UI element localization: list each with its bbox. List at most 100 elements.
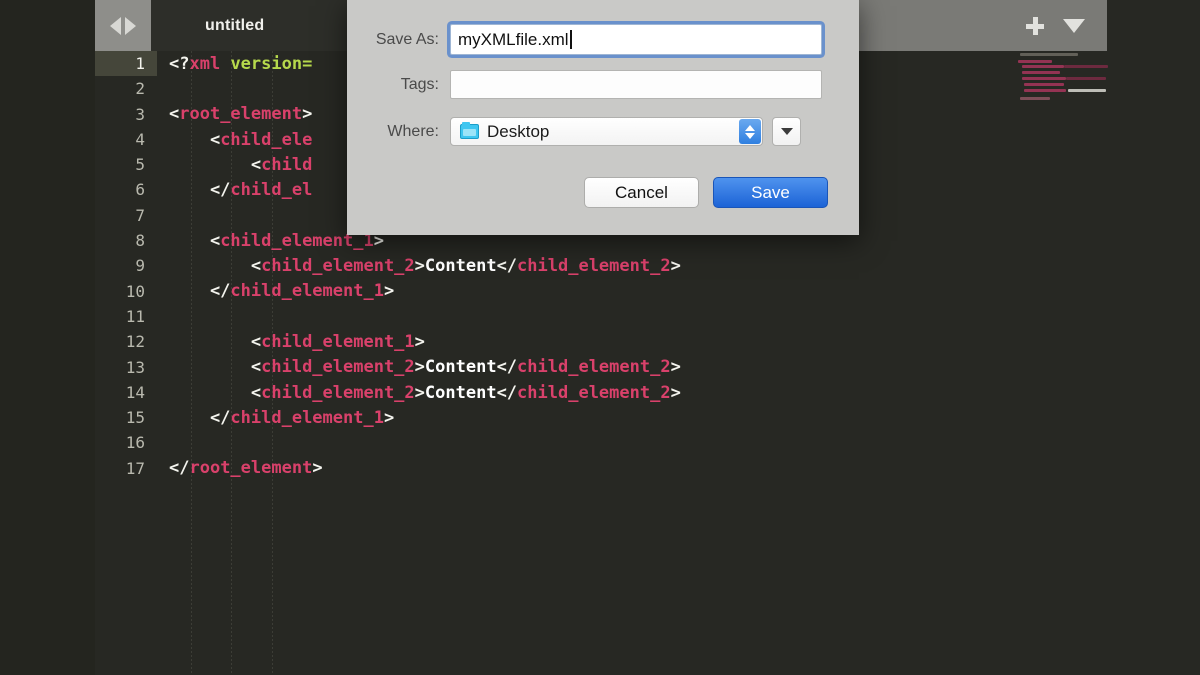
code-line[interactable]: 17</root_element>: [95, 456, 1095, 481]
save-button[interactable]: Save: [713, 177, 828, 208]
code-line[interactable]: 16: [95, 430, 1095, 455]
where-label: Where:: [347, 123, 450, 141]
code-token: >: [312, 458, 322, 478]
code-token: >: [671, 256, 681, 276]
expand-browser-button[interactable]: [772, 117, 801, 146]
caret-down-icon[interactable]: [1063, 19, 1085, 33]
code-token: version=: [220, 54, 312, 74]
line-number: 5: [95, 152, 157, 177]
line-number: 9: [95, 253, 157, 278]
line-number: 8: [95, 228, 157, 253]
line-number: 13: [95, 355, 157, 380]
updown-stepper-icon[interactable]: [739, 119, 761, 144]
tab-nav-buttons[interactable]: [95, 0, 151, 51]
code-token: Content: [425, 256, 497, 276]
code-line[interactable]: 9 <child_element_2>Content</child_elemen…: [95, 253, 1095, 278]
code-line[interactable]: 15 </child_element_1>: [95, 405, 1095, 430]
code-token: root_element: [179, 104, 302, 124]
code-token: child_element_2: [517, 256, 671, 276]
cancel-button[interactable]: Cancel: [584, 177, 699, 208]
stepper-down-arrow[interactable]: [745, 133, 755, 139]
code-text: <child: [157, 155, 312, 175]
code-text: <root_element>: [157, 104, 312, 124]
code-token: </: [497, 357, 517, 377]
code-text: <child_element_2>Content</child_element_…: [157, 357, 681, 377]
line-number: 11: [95, 304, 157, 329]
tags-input[interactable]: [450, 70, 822, 99]
minimap-line: [1022, 65, 1064, 68]
code-token: <: [169, 231, 220, 251]
code-token: child: [261, 155, 312, 175]
code-text: </child_element_1>: [157, 281, 394, 301]
window-left-margin: [0, 0, 95, 675]
code-token: >: [671, 357, 681, 377]
stepper-up-arrow[interactable]: [745, 125, 755, 131]
code-token: child_element_2: [261, 357, 415, 377]
minimap-line: [1064, 65, 1108, 68]
save-dialog: Save As: myXMLfile.xml Tags: Where: Desk…: [347, 0, 859, 235]
code-token: root_element: [189, 458, 312, 478]
code-token: </: [497, 256, 517, 276]
code-token: child_element_1: [230, 281, 384, 301]
chevron-down-icon: [781, 128, 793, 135]
line-number: 7: [95, 203, 157, 228]
line-number: 14: [95, 380, 157, 405]
save-as-label: Save As:: [347, 31, 450, 49]
code-text: </child_element_1>: [157, 408, 394, 428]
line-number: 12: [95, 329, 157, 354]
code-text: <child_ele: [157, 130, 312, 150]
where-select[interactable]: Desktop: [450, 117, 763, 146]
save-as-row: Save As: myXMLfile.xml: [347, 24, 822, 55]
save-as-input[interactable]: myXMLfile.xml: [450, 24, 822, 55]
line-number: 15: [95, 405, 157, 430]
code-token: >: [671, 383, 681, 403]
line-number: 6: [95, 177, 157, 202]
line-number: 16: [95, 430, 157, 455]
code-token: Content: [425, 357, 497, 377]
code-token: <: [169, 383, 261, 403]
code-line[interactable]: 12 <child_element_1>: [95, 329, 1095, 354]
line-number: 3: [95, 102, 157, 127]
minimap-line: [1020, 97, 1050, 100]
code-text: <child_element_2>Content</child_element_…: [157, 256, 681, 276]
code-token: <: [169, 104, 179, 124]
code-line[interactable]: 14 <child_element_2>Content</child_eleme…: [95, 380, 1095, 405]
code-text: </child_el: [157, 180, 312, 200]
minimap-line: [1066, 77, 1106, 80]
line-number: 2: [95, 76, 157, 101]
code-token: >: [384, 281, 394, 301]
code-token: >: [415, 332, 425, 352]
code-token: Content: [425, 383, 497, 403]
tab-bar-actions: [1025, 0, 1107, 51]
save-as-value: myXMLfile.xml: [451, 30, 569, 50]
line-number: 10: [95, 279, 157, 304]
code-token: </: [169, 458, 189, 478]
text-cursor: [570, 30, 572, 49]
code-token: <: [169, 332, 261, 352]
code-token: <: [169, 130, 220, 150]
code-token: >: [415, 357, 425, 377]
code-text: <?xml version=: [157, 54, 312, 74]
triangle-left-icon[interactable]: [110, 17, 121, 35]
minimap-line: [1024, 89, 1066, 92]
folder-icon: [460, 124, 479, 139]
code-line[interactable]: 13 <child_element_2>Content</child_eleme…: [95, 355, 1095, 380]
code-token: child_element_2: [261, 383, 415, 403]
code-token: child_element_2: [517, 357, 671, 377]
code-token: </: [169, 408, 230, 428]
code-token: child_element_2: [517, 383, 671, 403]
minimap-line: [1022, 77, 1066, 80]
dialog-buttons: Cancel Save: [584, 177, 828, 208]
code-token: child_element_1: [230, 408, 384, 428]
code-minimap[interactable]: [1016, 51, 1112, 113]
minimap-line: [1022, 71, 1060, 74]
where-row: Where: Desktop: [347, 117, 801, 146]
code-token: >: [415, 256, 425, 276]
code-line[interactable]: 11: [95, 304, 1095, 329]
line-number: 4: [95, 127, 157, 152]
code-text: </root_element>: [157, 458, 323, 478]
triangle-right-icon[interactable]: [125, 17, 136, 35]
code-line[interactable]: 10 </child_element_1>: [95, 279, 1095, 304]
plus-icon[interactable]: [1025, 16, 1045, 36]
code-token: <?: [169, 54, 189, 74]
